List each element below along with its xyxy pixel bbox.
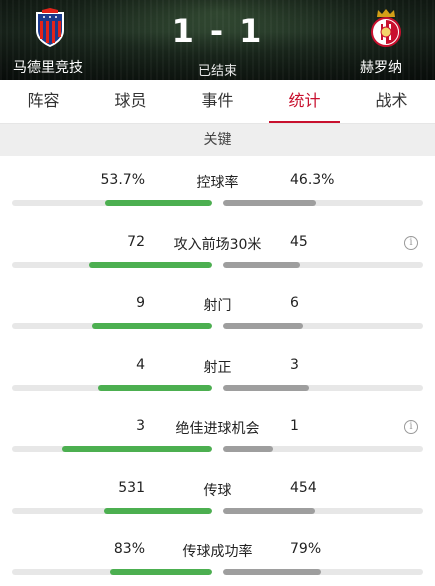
info-icon[interactable]: i — [404, 235, 418, 250]
away-stat-bar — [223, 446, 423, 452]
stat-label-text: 传球 — [203, 482, 232, 499]
stats-list: 53.7% 控球率 46.3% 72 攻入前场30米 45 i 9 射门 6 4… — [0, 156, 435, 586]
match-status: 已结束 — [197, 64, 237, 79]
home-stat-bar-fill — [110, 569, 212, 575]
tab-stats[interactable]: 统计 — [261, 80, 348, 123]
stat-label: 攻入前场30米 — [0, 234, 435, 254]
section-title: 关键 — [0, 124, 435, 156]
stat-row-shots: 9 射门 6 — [0, 279, 435, 341]
stat-label: 绝佳进球机会 — [0, 418, 435, 438]
stat-label-text: 控球率 — [196, 175, 239, 191]
home-score: 1 — [171, 12, 196, 50]
stat-row-big-chances: 3 绝佳进球机会 1 i — [0, 402, 435, 464]
away-stat-bar-fill — [223, 261, 300, 268]
home-stat-bar — [12, 384, 212, 391]
away-stat-value: 6 — [290, 295, 299, 311]
stat-label-text: 攻入前场30米 — [173, 236, 262, 253]
away-stat-bar-fill — [223, 507, 316, 514]
home-stat-bar-fill — [62, 446, 212, 452]
stat-row-pass-accuracy: 83% 传球成功率 79% — [0, 525, 435, 586]
stat-row-possession: 53.7% 控球率 46.3% — [0, 156, 435, 218]
stat-label: 传球成功率 — [0, 541, 435, 561]
tab-tactics[interactable]: 战术 — [348, 80, 435, 123]
stat-label-text: 传球成功率 — [182, 544, 253, 560]
tab-lineup[interactable]: 阵容 — [0, 80, 87, 123]
away-stat-bar-fill — [223, 323, 303, 329]
home-stat-bar-fill — [92, 323, 212, 329]
away-stat-bar-fill — [223, 384, 309, 391]
stat-row-shots-on-target: 4 射正 3 — [0, 341, 435, 403]
score-separator: - — [209, 12, 226, 50]
home-stat-bar-fill — [104, 200, 212, 206]
home-stat-bar — [12, 200, 212, 206]
away-stat-value: 3 — [290, 356, 299, 373]
stat-label: 射正 — [0, 357, 435, 377]
info-icon[interactable]: i — [404, 420, 418, 434]
stat-label: 传球 — [0, 480, 435, 500]
home-stat-bar — [12, 323, 212, 329]
home-stat-bar-fill — [89, 261, 212, 268]
away-stat-value: 46.3% — [290, 172, 335, 188]
stat-label-text: 绝佳进球机会 — [175, 421, 260, 437]
away-stat-bar-fill — [223, 200, 316, 206]
home-stat-bar — [12, 569, 212, 575]
home-stat-bar-fill — [104, 507, 212, 514]
away-stat-bar-fill — [223, 446, 273, 452]
away-stat-bar-fill — [223, 569, 321, 575]
tab-players[interactable]: 球员 — [87, 80, 174, 123]
stat-row-passes: 531 传球 454 — [0, 464, 435, 526]
away-stat-value: 79% — [290, 541, 322, 557]
scoreline: 1-1 — [0, 12, 435, 50]
home-stat-bar — [12, 446, 212, 452]
tab-events[interactable]: 事件 — [174, 80, 261, 123]
stat-row-final-third-entries: 72 攻入前场30米 45 i — [0, 218, 435, 280]
away-score: 1 — [239, 12, 264, 50]
away-stat-value: 45 — [290, 233, 308, 250]
stat-label-text: 射正 — [203, 359, 232, 376]
away-stat-bar — [223, 200, 423, 206]
home-stat-bar-fill — [97, 384, 212, 391]
tab-bar: 阵容 球员 事件 统计 战术 — [0, 80, 435, 124]
home-stat-bar — [12, 507, 212, 514]
away-stat-bar — [223, 261, 423, 268]
stat-label-text: 射门 — [203, 298, 232, 314]
stat-label: 控球率 — [0, 172, 435, 192]
stat-label: 射门 — [0, 295, 435, 315]
away-stat-value: 1 — [290, 418, 299, 434]
away-stat-bar — [223, 569, 423, 575]
away-stat-bar — [223, 507, 423, 514]
home-stat-bar — [12, 261, 212, 268]
away-stat-bar — [223, 323, 423, 329]
away-stat-bar — [223, 384, 423, 391]
match-header: 马德里竞技 赫罗纳 1-1 已结束 — [0, 0, 435, 80]
away-stat-value: 454 — [290, 479, 317, 496]
